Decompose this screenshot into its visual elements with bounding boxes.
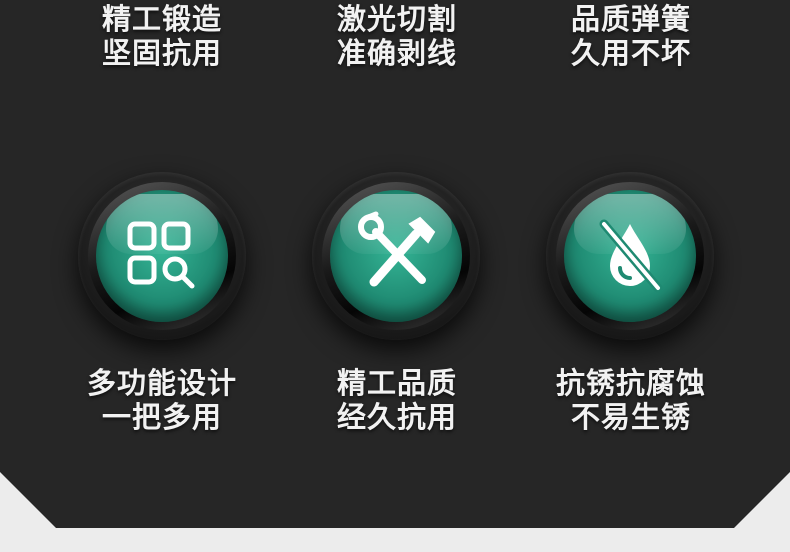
- feature-label-rustproof: 抗锈抗腐蚀 不易生锈: [511, 366, 751, 434]
- feature-label-line2: 不易生锈: [570, 400, 691, 434]
- feature-label-quality: 精工品质 经久抗用: [277, 366, 517, 434]
- feature-label-line2: 经久抗用: [336, 400, 457, 434]
- feature-label-line1: 激光切割: [336, 2, 457, 36]
- feature-label-line1: 抗锈抗腐蚀: [555, 366, 706, 400]
- feature-badge-multifunction: [78, 172, 246, 340]
- feature-badge-quality: [312, 172, 480, 340]
- feature-label-multifunction: 多功能设计 一把多用: [42, 366, 282, 434]
- feature-label-line1: 多功能设计: [86, 366, 237, 400]
- grid-search-icon: [127, 221, 195, 289]
- no-water-drop-icon: [599, 219, 663, 293]
- feature-label-line1: 精工锻造: [101, 2, 222, 36]
- badge-disc: [330, 190, 462, 322]
- badge-disc: [564, 190, 696, 322]
- feature-label-line2: 久用不坏: [570, 36, 691, 70]
- wrench-screwdriver-icon: [358, 211, 436, 287]
- feature-label-laser: 激光切割 准确剥线: [277, 2, 517, 70]
- feature-label-line2: 坚固抗用: [101, 36, 222, 70]
- feature-label-line1: 精工品质: [336, 366, 457, 400]
- feature-label-spring: 品质弹簧 久用不坏: [511, 2, 751, 70]
- feature-badge-rustproof: [546, 172, 714, 340]
- feature-label-line2: 一把多用: [101, 400, 222, 434]
- feature-label-line1: 品质弹簧: [570, 2, 691, 36]
- feature-label-forged: 精工锻造 坚固抗用: [42, 2, 282, 70]
- badge-disc: [96, 190, 228, 322]
- feature-label-line2: 准确剥线: [336, 36, 457, 70]
